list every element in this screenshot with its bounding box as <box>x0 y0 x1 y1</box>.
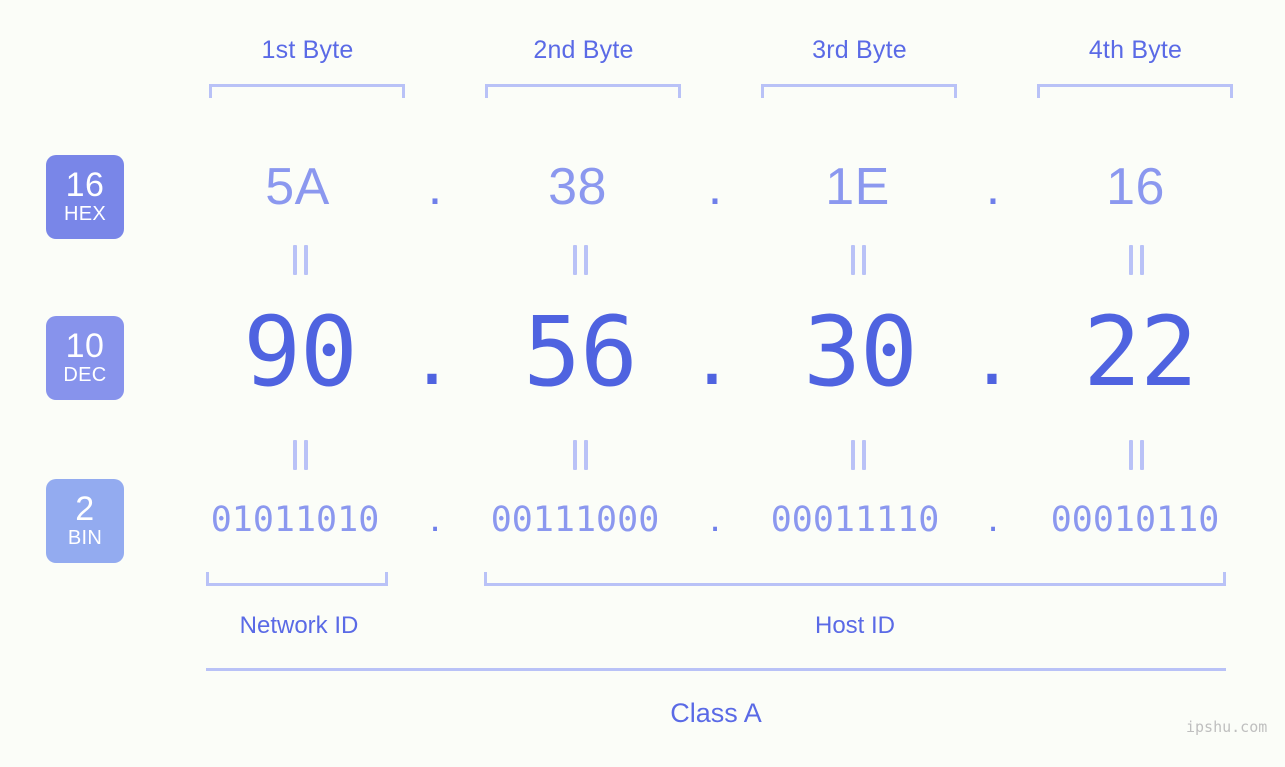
hex-octet-1: 5A <box>265 158 330 216</box>
byte-header-label-4: 4th Byte <box>1088 36 1183 64</box>
ip-address-breakdown-diagram: 1st Byte 2nd Byte 3rd Byte 4th Byte 16 H… <box>0 0 1285 767</box>
bin-separator-1: . <box>429 496 441 540</box>
watermark: ipshu.com <box>1186 718 1268 736</box>
hex-octet-4: 16 <box>1106 158 1165 216</box>
equality-mark-dec-bin-4 <box>1123 440 1149 470</box>
radix-badge-dec-system: DEC <box>63 363 107 386</box>
equality-mark-hex-dec-1 <box>287 245 313 275</box>
radix-badge-bin-number: 2 <box>75 490 95 529</box>
hex-octet-2: 38 <box>548 158 607 216</box>
byte-bracket-2 <box>485 84 681 98</box>
radix-badge-bin: 2 BIN <box>46 479 124 563</box>
hex-octet-3: 1E <box>825 158 890 216</box>
dec-octet-4: 22 <box>1083 296 1198 408</box>
dec-separator-1: . <box>418 298 446 405</box>
radix-badge-hex-system: HEX <box>63 202 107 225</box>
equality-mark-hex-dec-3 <box>845 245 871 275</box>
class-label: Class A <box>670 698 762 728</box>
radix-badge-hex-number: 16 <box>65 166 105 205</box>
radix-badge-bin-system: BIN <box>67 526 103 549</box>
dec-octet-1: 90 <box>243 296 358 408</box>
bin-octet-1: 01011010 <box>210 500 380 540</box>
network-id-bracket <box>206 572 388 586</box>
equality-mark-hex-dec-2 <box>567 245 593 275</box>
byte-header-label-2: 2nd Byte <box>533 36 634 64</box>
dec-separator-3: . <box>978 298 1006 405</box>
dec-octet-3: 30 <box>803 296 918 408</box>
radix-badge-hex: 16 HEX <box>46 155 124 239</box>
dec-separator-2: . <box>698 298 726 405</box>
byte-header-label-1: 1st Byte <box>261 36 354 64</box>
bin-separator-2: . <box>709 496 721 540</box>
hex-separator-3: . <box>985 158 1001 216</box>
bin-separator-3: . <box>987 496 999 540</box>
network-id-label: Network ID <box>239 612 359 639</box>
equality-mark-hex-dec-4 <box>1123 245 1149 275</box>
equality-mark-dec-bin-1 <box>287 440 313 470</box>
class-bracket <box>206 668 1226 671</box>
byte-bracket-3 <box>761 84 957 98</box>
host-id-bracket <box>484 572 1226 586</box>
byte-bracket-1 <box>209 84 405 98</box>
radix-badge-dec: 10 DEC <box>46 316 124 400</box>
bin-octet-4: 00010110 <box>1050 500 1220 540</box>
radix-badge-dec-number: 10 <box>65 327 105 366</box>
byte-bracket-4 <box>1037 84 1233 98</box>
hex-separator-1: . <box>427 158 443 216</box>
hex-separator-2: . <box>707 158 723 216</box>
equality-mark-dec-bin-3 <box>845 440 871 470</box>
bin-octet-2: 00111000 <box>490 500 660 540</box>
host-id-label: Host ID <box>814 612 895 639</box>
byte-header-label-3: 3rd Byte <box>812 36 907 64</box>
dec-octet-2: 56 <box>523 296 638 408</box>
equality-mark-dec-bin-2 <box>567 440 593 470</box>
bin-octet-3: 00011110 <box>770 500 940 540</box>
